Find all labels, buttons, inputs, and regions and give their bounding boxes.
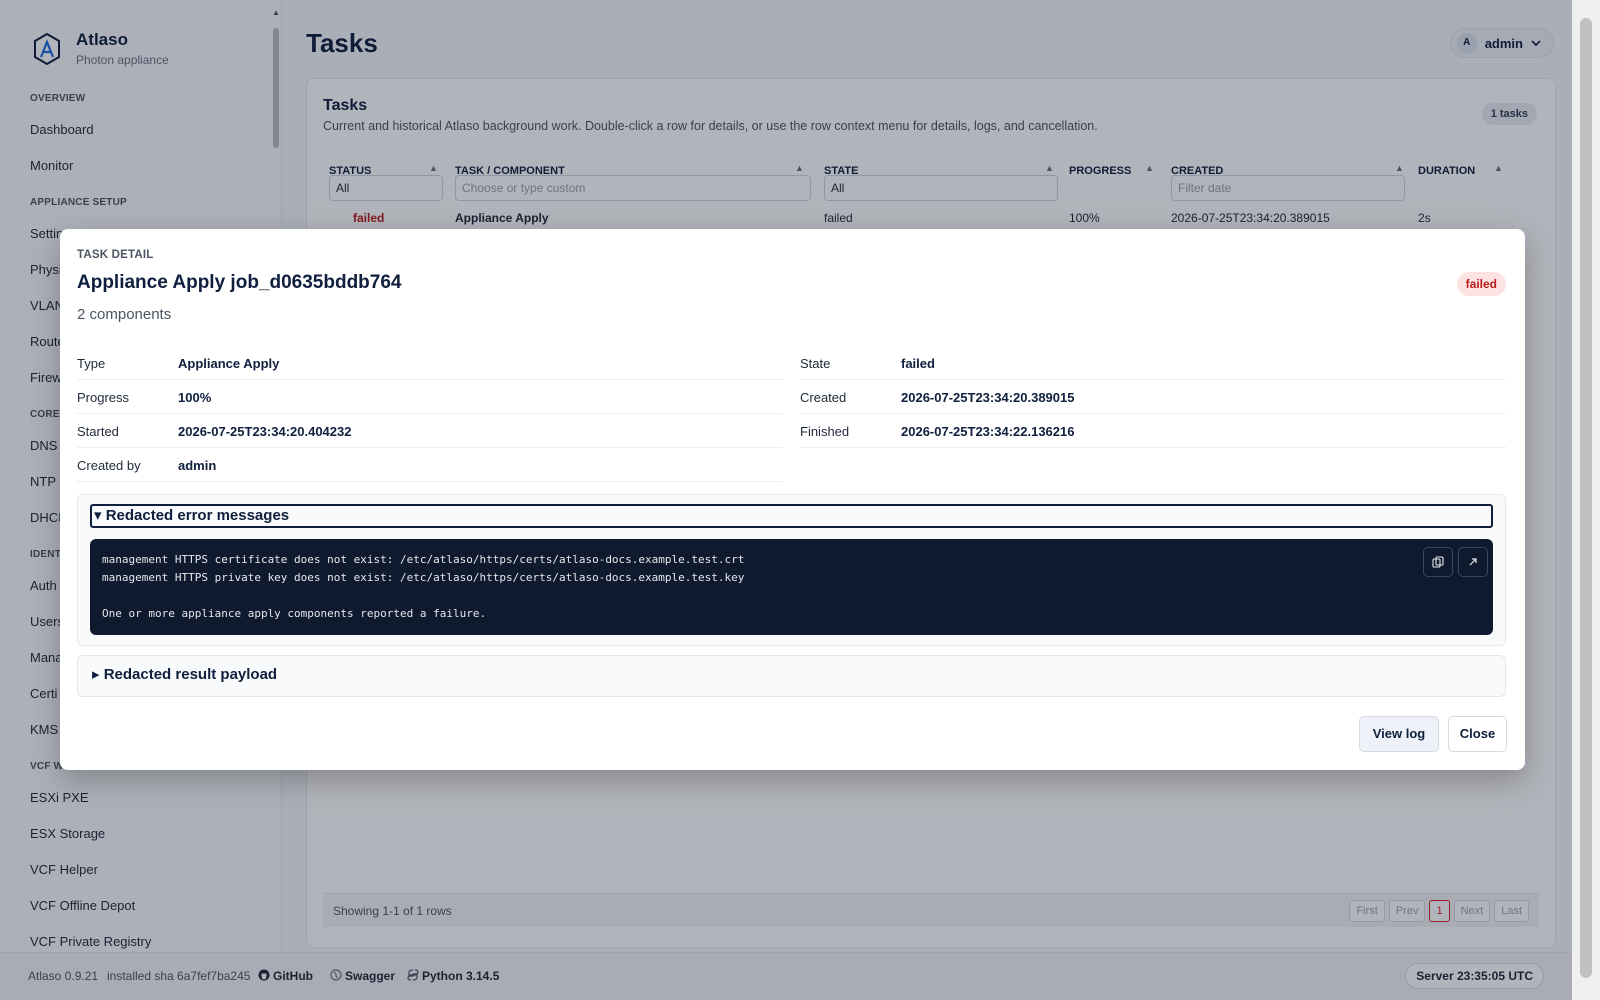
detail-key: State	[800, 356, 831, 371]
error-messages-panel: ▾ Redacted error messages management HTT…	[77, 494, 1506, 646]
detail-value: 2026-07-25T23:34:22.136216	[901, 424, 1075, 439]
modal-title: Appliance Apply job_d0635bddb764	[77, 272, 402, 293]
detail-left-column: Type Appliance Apply Progress 100% Started…	[77, 346, 783, 482]
view-log-button[interactable]: View log	[1359, 716, 1439, 752]
detail-row-state: State failed	[800, 346, 1506, 380]
result-payload-panel: ▸ Redacted result payload	[77, 655, 1506, 697]
detail-row-created: Created 2026-07-25T23:34:20.389015	[800, 380, 1506, 414]
detail-key: Created by	[77, 458, 141, 473]
modal-kicker: TASK DETAIL	[77, 249, 154, 261]
detail-row-progress: Progress 100%	[77, 380, 783, 414]
detail-value: failed	[901, 356, 935, 371]
copy-icon	[1432, 556, 1444, 568]
window-scrollbar[interactable]	[1572, 0, 1600, 1000]
detail-right-column: State failed Created 2026-07-25T23:34:20.3…	[800, 346, 1506, 448]
open-external-button[interactable]	[1458, 547, 1488, 577]
code-line: management HTTPS private key does not ex…	[102, 571, 745, 584]
copy-button[interactable]	[1423, 547, 1453, 577]
detail-row-finished: Finished 2026-07-25T23:34:22.136216	[800, 414, 1506, 448]
detail-row-type: Type Appliance Apply	[77, 346, 783, 380]
error-code-block: management HTTPS certificate does not ex…	[90, 539, 1493, 635]
modal-subtitle: 2 components	[77, 306, 172, 323]
task-detail-modal: TASK DETAIL Appliance Apply job_d0635bdd…	[60, 229, 1525, 770]
detail-value: 100%	[178, 390, 212, 405]
detail-key: Created	[800, 390, 847, 405]
detail-key: Started	[77, 424, 119, 439]
external-link-icon	[1469, 558, 1477, 566]
window-scroll-thumb[interactable]	[1580, 18, 1592, 978]
error-messages-toggle[interactable]: ▾ Redacted error messages	[90, 504, 1493, 528]
detail-key: Progress	[77, 390, 130, 405]
code-line: management HTTPS certificate does not ex…	[102, 553, 745, 566]
detail-value: Appliance Apply	[178, 356, 280, 371]
detail-key: Type	[77, 356, 106, 371]
close-button[interactable]: Close	[1448, 716, 1507, 752]
detail-row-created-by: Created by admin	[77, 448, 783, 482]
detail-key: Finished	[800, 424, 850, 439]
detail-row-started: Started 2026-07-25T23:34:20.404232	[77, 414, 783, 448]
detail-value: 2026-07-25T23:34:20.389015	[901, 390, 1075, 405]
result-payload-toggle[interactable]: ▸ Redacted result payload	[90, 665, 1493, 689]
code-line: One or more appliance apply components r…	[102, 607, 487, 620]
detail-value: admin	[178, 458, 217, 473]
detail-value: 2026-07-25T23:34:20.404232	[178, 424, 352, 439]
status-badge: failed	[1456, 272, 1506, 296]
